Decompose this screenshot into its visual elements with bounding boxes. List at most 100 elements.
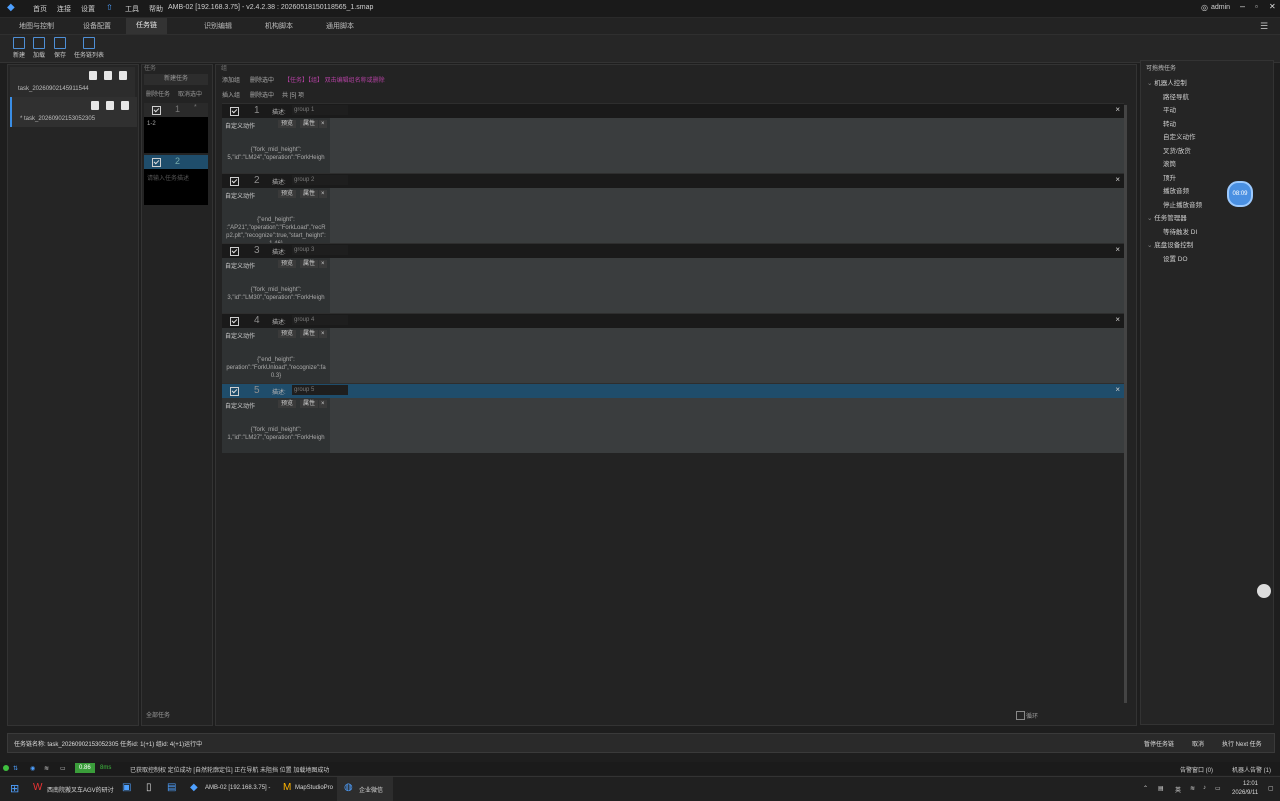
close-icon[interactable]: ✕ bbox=[1269, 2, 1276, 11]
minimize-icon[interactable]: – bbox=[1240, 1, 1245, 11]
close-group-icon[interactable]: × bbox=[1115, 175, 1120, 184]
preview-button[interactable]: 预览 bbox=[278, 400, 297, 408]
task-desc-placeholder[interactable]: 请输入任务描述 bbox=[147, 173, 189, 182]
execute-next-button[interactable]: 执行 Next 任务 bbox=[1222, 739, 1262, 748]
clock-date[interactable]: 2026/9/11 bbox=[1232, 790, 1258, 796]
group-checkbox[interactable] bbox=[230, 317, 239, 326]
group-checkbox[interactable] bbox=[230, 247, 239, 256]
drag-handle[interactable]: * bbox=[194, 104, 197, 111]
mapstudio-icon[interactable]: M bbox=[283, 782, 291, 793]
attr-button[interactable]: 属性 bbox=[300, 260, 319, 268]
tree-category[interactable]: ⌄ 任务管理器 bbox=[1147, 212, 1187, 222]
wifi-tray-icon[interactable]: ≋ bbox=[1190, 785, 1195, 792]
taskbar-app-wecom[interactable]: 企业微信 bbox=[359, 785, 383, 794]
tab-map-control[interactable]: 地图与控制 bbox=[19, 21, 54, 31]
taskbar-app-doc[interactable]: 西南院搬叉车AGV的研讨 bbox=[47, 785, 114, 794]
group-body[interactable]: 自定义动作 预览 属性 × {"fork_mid_height": 1,"id":"LM… bbox=[222, 398, 1124, 453]
group-header[interactable]: 5 描述: group 5 × bbox=[222, 383, 1124, 398]
preview-button[interactable]: 预览 bbox=[278, 120, 297, 128]
close-group-icon[interactable]: × bbox=[1115, 105, 1120, 114]
vertical-scrollbar[interactable] bbox=[1124, 105, 1127, 703]
group-step[interactable]: 4 描述: group 4 × 自定义动作 预览 属性 × {"end_height": per… bbox=[222, 313, 1124, 383]
close-group-icon[interactable]: × bbox=[1115, 315, 1120, 324]
tree-item[interactable]: 等待触发 DI bbox=[1163, 226, 1197, 236]
tab-recognition-edit[interactable]: 识别编辑 bbox=[204, 21, 232, 31]
load-button[interactable]: 加载 bbox=[30, 37, 48, 59]
new-task-button[interactable]: 新建任务 bbox=[144, 74, 208, 85]
group-checkbox[interactable] bbox=[230, 107, 239, 116]
delete-icon[interactable] bbox=[119, 71, 127, 80]
group-desc-input[interactable]: group 2 bbox=[292, 175, 348, 185]
tree-item[interactable]: 停止播放音频 bbox=[1163, 199, 1202, 209]
menu-help[interactable]: 帮助 bbox=[149, 4, 163, 14]
start-icon[interactable]: ⊞ bbox=[10, 782, 19, 795]
attr-button[interactable]: 属性 bbox=[300, 330, 319, 338]
tree-item[interactable]: 平动 bbox=[1163, 104, 1176, 114]
task-chain-list-button[interactable]: 任务链列表 bbox=[72, 37, 106, 59]
menu-tools[interactable]: 工具 bbox=[125, 4, 139, 14]
upload-icon[interactable]: ⇧ bbox=[106, 3, 113, 12]
tree-item[interactable]: 转动 bbox=[1163, 118, 1176, 128]
tree-item[interactable]: 播放音频 bbox=[1163, 185, 1189, 195]
remove-card-icon[interactable]: × bbox=[319, 190, 327, 198]
delete-task-button[interactable]: 删除任务 bbox=[146, 89, 170, 98]
task-card[interactable]: 2 请输入任务描述 bbox=[144, 155, 208, 205]
action-card[interactable]: 自定义动作 预览 属性 × {"end_height": :"AP21","operat… bbox=[222, 188, 330, 247]
group-body[interactable]: 自定义动作 预览 属性 × {"fork_mid_height": 3,"id":"LM… bbox=[222, 258, 1124, 313]
tree-item[interactable]: 路径导航 bbox=[1163, 91, 1189, 101]
add-group-button[interactable]: 添加组 bbox=[222, 75, 240, 84]
tray-chevron-icon[interactable]: ⌃ bbox=[1143, 785, 1148, 792]
group-step[interactable]: 2 描述: group 2 × 自定义动作 预览 属性 × {"end_height": :"A… bbox=[222, 173, 1124, 247]
volume-icon[interactable]: ♪ bbox=[1203, 785, 1206, 791]
insert-group-button[interactable]: 插入组 bbox=[222, 90, 240, 99]
task-card[interactable]: 1 * 1-2 bbox=[144, 103, 208, 153]
monitor-icon[interactable]: ▤ bbox=[167, 782, 176, 793]
taskbar-app-mapstudio[interactable]: MapStudioPro bbox=[295, 785, 333, 791]
restore-icon[interactable]: ▫ bbox=[1255, 2, 1258, 11]
edit-icon[interactable] bbox=[106, 101, 114, 110]
taskbar-app-amb[interactable]: AMB-02 [192.168.3.75] - bbox=[205, 785, 270, 791]
copy-icon[interactable] bbox=[91, 101, 99, 110]
remove-card-icon[interactable]: × bbox=[319, 120, 327, 128]
settings-sliders-icon[interactable]: ☰ bbox=[1260, 21, 1268, 32]
group-step[interactable]: 5 描述: group 5 × 自定义动作 预览 属性 × {"fork_mid_height"… bbox=[222, 383, 1124, 453]
pause-chain-button[interactable]: 暂停任务链 bbox=[1144, 739, 1174, 748]
cancel-select-button[interactable]: 取消选中 bbox=[178, 89, 202, 98]
tab-mechanism-script[interactable]: 机构脚本 bbox=[265, 21, 293, 31]
group-desc-input[interactable]: group 5 bbox=[292, 385, 348, 395]
clock-time[interactable]: 12:01 bbox=[1243, 781, 1258, 787]
group-step[interactable]: 1 描述: group 1 × 自定义动作 预览 属性 × {"fork_mid_height"… bbox=[222, 103, 1124, 173]
battery-tray-icon[interactable]: ▭ bbox=[1215, 785, 1221, 792]
notification-icon[interactable]: ▢ bbox=[1268, 785, 1274, 792]
new-button[interactable]: 新建 bbox=[10, 37, 28, 59]
preview-button[interactable]: 预览 bbox=[278, 330, 297, 338]
tree-item[interactable]: 自定义动作 bbox=[1163, 131, 1196, 141]
close-group-icon[interactable]: × bbox=[1115, 385, 1120, 394]
menu-home[interactable]: 首页 bbox=[33, 4, 47, 14]
task-list-item[interactable]: task_20260902145911544 bbox=[10, 67, 135, 97]
tree-category[interactable]: ⌄ 机器人控制 bbox=[1147, 77, 1187, 87]
action-card[interactable]: 自定义动作 预览 属性 × {"fork_mid_height": 5,"id":"LM… bbox=[222, 118, 330, 173]
preview-button[interactable]: 预览 bbox=[278, 190, 297, 198]
group-body[interactable]: 自定义动作 预览 属性 × {"fork_mid_height": 5,"id":"LM… bbox=[222, 118, 1124, 173]
task-checkbox[interactable] bbox=[152, 106, 161, 115]
tree-item[interactable]: 滚筒 bbox=[1163, 158, 1176, 168]
group-header[interactable]: 2 描述: group 2 × bbox=[222, 173, 1124, 188]
group-header[interactable]: 1 描述: group 1 × bbox=[222, 103, 1124, 118]
tree-item[interactable]: 顶升 bbox=[1163, 172, 1176, 182]
attr-button[interactable]: 属性 bbox=[300, 190, 319, 198]
tree-item[interactable]: 设置 DO bbox=[1163, 253, 1188, 263]
user-icon[interactable]: ◎ bbox=[1201, 3, 1208, 12]
task-list-item-active[interactable]: * task_20260902153052305 bbox=[10, 97, 137, 127]
assistant-avatar[interactable] bbox=[1257, 584, 1271, 598]
all-tasks-label[interactable]: 全部任务 bbox=[146, 710, 170, 719]
wecom-icon[interactable]: ◍ bbox=[344, 782, 353, 793]
tab-general-script[interactable]: 通用脚本 bbox=[326, 21, 354, 31]
wps-icon[interactable]: W bbox=[33, 782, 42, 793]
menu-connect[interactable]: 连接 bbox=[57, 4, 71, 14]
tree-category[interactable]: ⌄ 底盘设备控制 bbox=[1147, 239, 1193, 249]
attr-button[interactable]: 属性 bbox=[300, 400, 319, 408]
action-card[interactable]: 自定义动作 预览 属性 × {"end_height": peration":"Fork… bbox=[222, 328, 330, 383]
close-group-icon[interactable]: × bbox=[1115, 245, 1120, 254]
remove-card-icon[interactable]: × bbox=[319, 330, 327, 338]
